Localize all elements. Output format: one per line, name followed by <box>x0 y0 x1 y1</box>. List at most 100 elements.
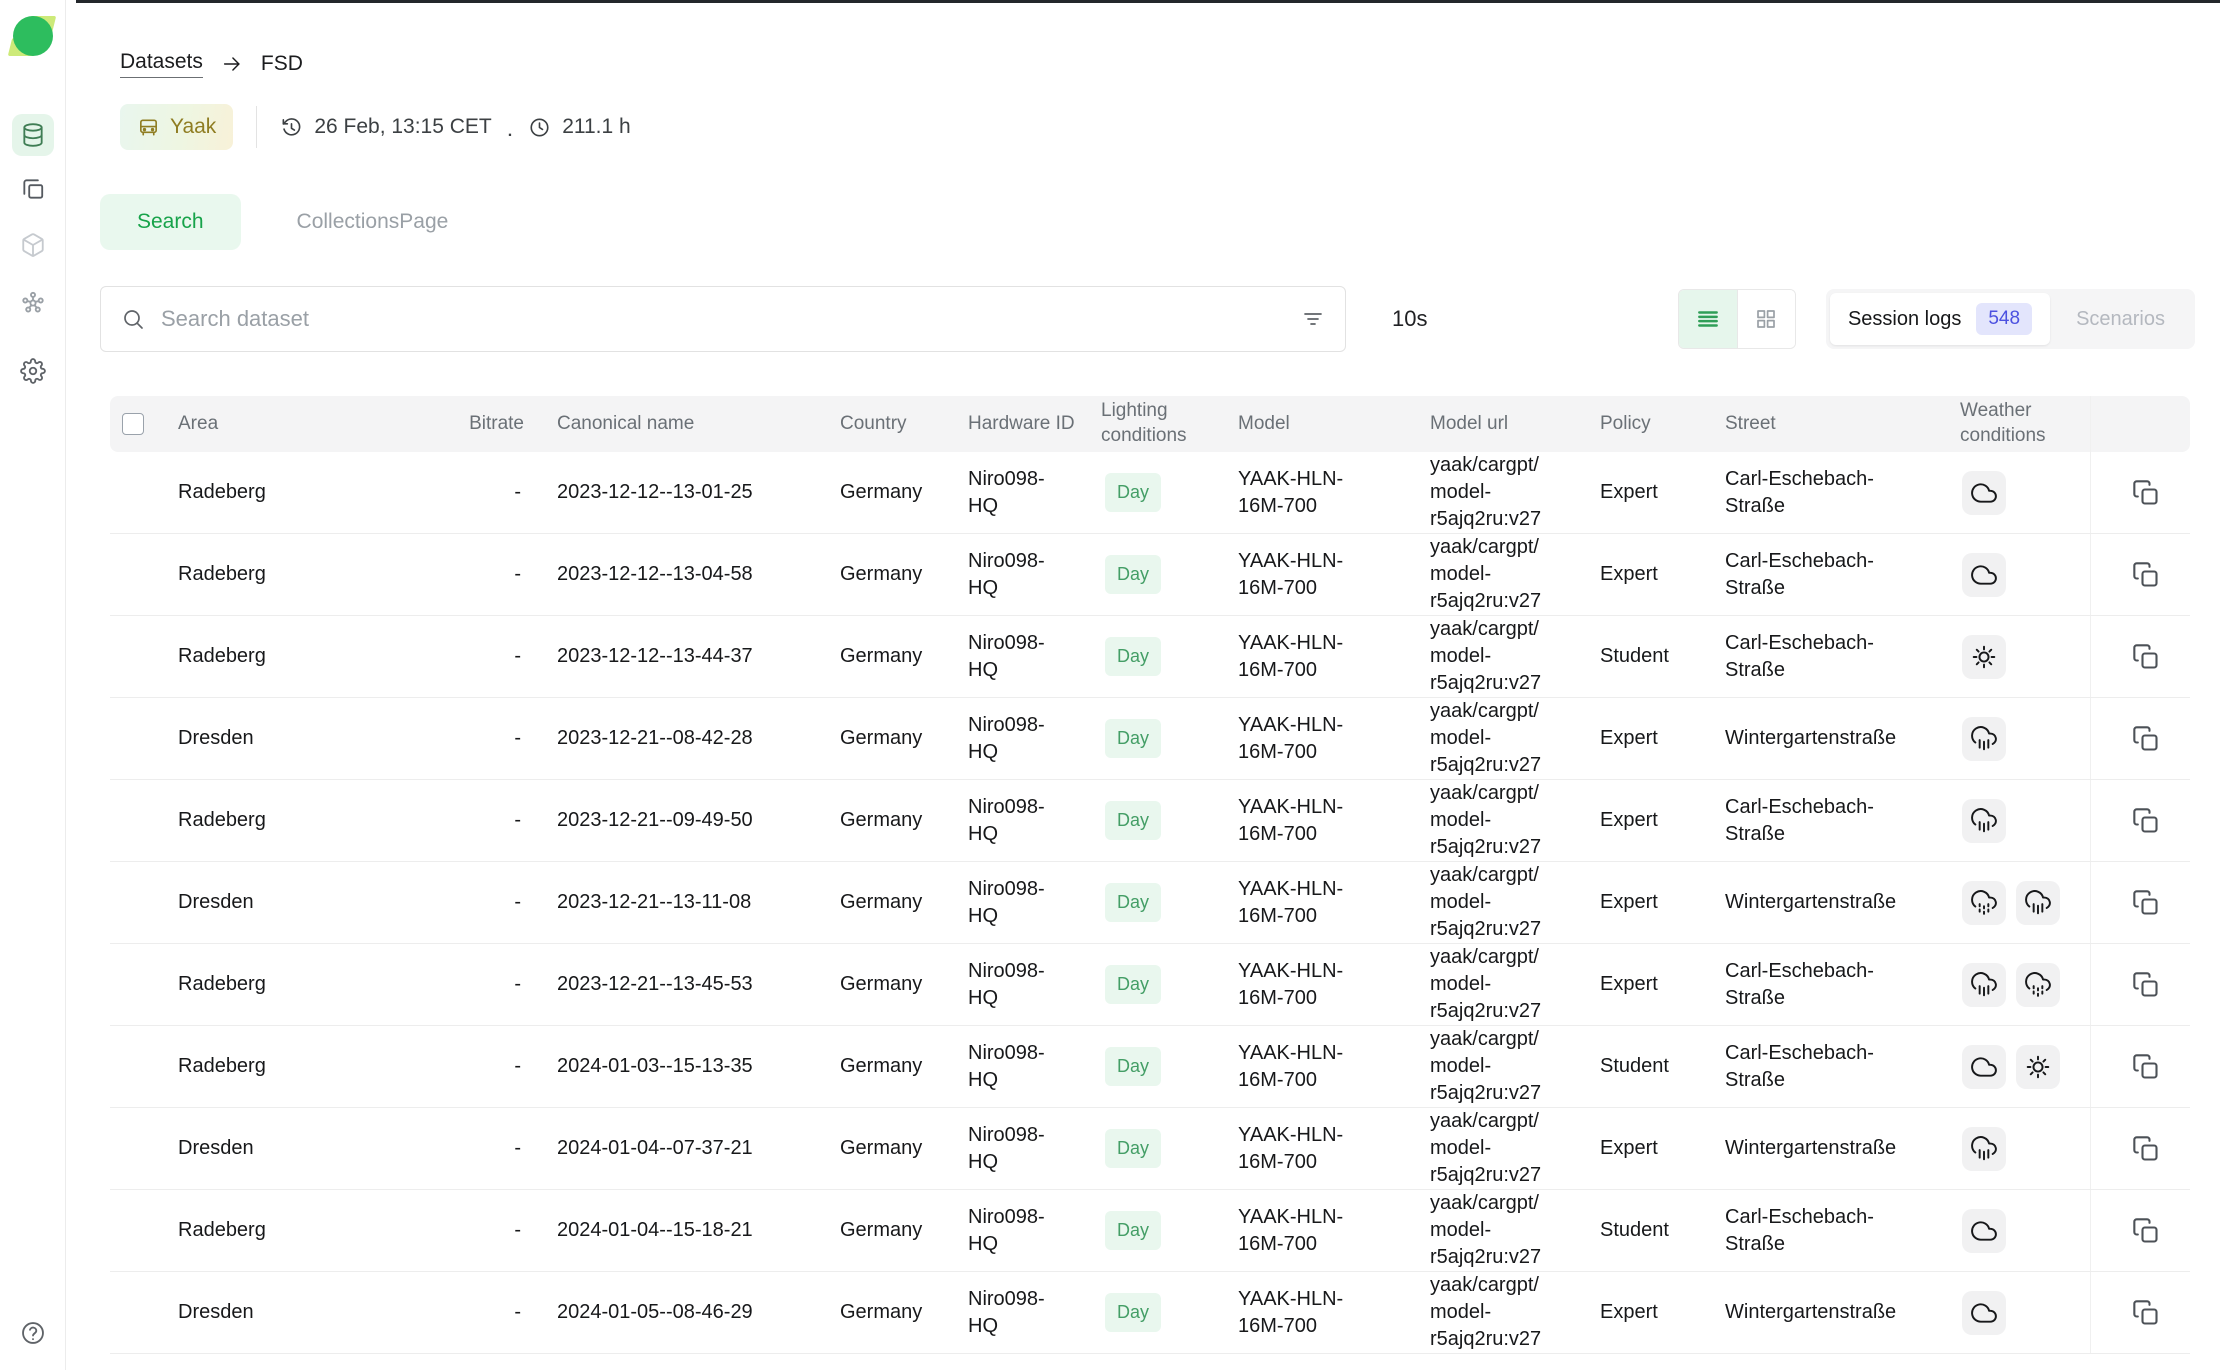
search-icon <box>121 307 145 331</box>
help-button[interactable] <box>12 1312 54 1354</box>
cloud-chip <box>1962 1291 2006 1335</box>
vehicle-badge[interactable]: Yaak <box>120 104 233 150</box>
table-row[interactable]: Dresden-2024-01-04--07-37-21GermanyNiro0… <box>110 1108 2190 1190</box>
cell-model-url: yaak/cargpt/model-r5ajq2ru:v27 <box>1420 616 1590 697</box>
breadcrumb-datasets-link[interactable]: Datasets <box>120 50 203 78</box>
cell-bitrate: - <box>450 561 535 588</box>
list-view-button[interactable] <box>1679 290 1737 348</box>
tab-search[interactable]: Search <box>100 194 241 250</box>
page-tabs: Search CollectionsPage <box>100 194 2220 250</box>
table-row[interactable]: Radeberg-2024-01-04--15-18-21GermanyNiro… <box>110 1190 2190 1272</box>
column-header-Street: Street <box>1715 412 1950 437</box>
cell-model-url: yaak/cargpt/model-r5ajq2ru:v27 <box>1420 534 1590 615</box>
column-header-Area: Area <box>168 412 450 437</box>
copy-button[interactable] <box>2132 807 2160 835</box>
cell-street: Wintergartenstraße <box>1715 889 1950 916</box>
history-clock-icon <box>280 116 303 139</box>
lighting-badge: Day <box>1105 555 1161 594</box>
clip-length-value: 10s <box>1392 306 1427 332</box>
cell-policy: Student <box>1590 1217 1715 1244</box>
cell-country: Germany <box>830 561 958 588</box>
cell-lighting-conditions: Day <box>1091 637 1228 676</box>
database-icon <box>20 122 46 148</box>
cell-hardware-id: Niro098-HQ <box>958 958 1091 1012</box>
cell-policy: Expert <box>1590 971 1715 998</box>
table-row[interactable]: Dresden-2023-12-21--13-11-08GermanyNiro0… <box>110 862 2190 944</box>
cell-weather-conditions <box>1950 963 2090 1007</box>
cell-bitrate: - <box>450 643 535 670</box>
copy-button[interactable] <box>2132 1135 2160 1163</box>
sidebar-item-pipelines[interactable] <box>12 282 54 324</box>
table-row[interactable]: Radeberg-2023-12-12--13-04-58GermanyNiro… <box>110 534 2190 616</box>
copy-button[interactable] <box>2132 889 2160 917</box>
cell-actions <box>2090 1108 2190 1189</box>
search-box <box>100 286 1346 352</box>
cell-canonical-name: 2023-12-21--13-45-53 <box>535 971 830 998</box>
table-row[interactable]: Radeberg-2023-12-12--13-44-37GermanyNiro… <box>110 616 2190 698</box>
filter-lines-icon[interactable] <box>1301 307 1325 331</box>
cell-model: YAAK-HLN-16M-700 <box>1228 958 1420 1012</box>
table-row[interactable]: Radeberg-2023-12-21--13-45-53GermanyNiro… <box>110 944 2190 1026</box>
sun-chip <box>2016 1045 2060 1089</box>
cell-policy: Student <box>1590 643 1715 670</box>
cell-weather-conditions <box>1950 1127 2090 1171</box>
copy-button[interactable] <box>2132 479 2160 507</box>
copy-button[interactable] <box>2132 1053 2160 1081</box>
scenarios-segment[interactable]: Scenarios <box>2050 298 2191 341</box>
copy-button[interactable] <box>2132 561 2160 589</box>
column-header-Bitrate: Bitrate <box>450 412 535 437</box>
grid-view-button[interactable] <box>1737 290 1795 348</box>
clock-icon <box>528 116 551 139</box>
breadcrumb-current: FSD <box>261 52 303 76</box>
cell-country: Germany <box>830 1053 958 1080</box>
sidebar-item-settings[interactable] <box>12 350 54 392</box>
vehicle-label: Yaak <box>170 115 216 139</box>
copy-button[interactable] <box>2132 971 2160 999</box>
cell-weather-conditions <box>1950 1291 2090 1335</box>
table-row[interactable]: Radeberg-2023-12-21--09-49-50GermanyNiro… <box>110 780 2190 862</box>
cell-model-url: yaak/cargpt/model-r5ajq2ru:v27 <box>1420 1272 1590 1353</box>
cell-canonical-name: 2023-12-21--09-49-50 <box>535 807 830 834</box>
cell-area: Dresden <box>168 1299 450 1326</box>
cell-model-url: yaak/cargpt/model-r5ajq2ru:v27 <box>1420 944 1590 1025</box>
tab-collections-page[interactable]: CollectionsPage <box>297 210 449 234</box>
cloud-rain-icon <box>1971 1136 1997 1162</box>
select-all-checkbox[interactable] <box>122 413 144 435</box>
recorded-at-text: 26 Feb, 13:15 CET <box>314 115 491 139</box>
cell-area: Radeberg <box>168 643 450 670</box>
sidebar-item-packages[interactable] <box>12 224 54 266</box>
table-row[interactable]: Dresden-2024-01-05--08-46-29GermanyNiro0… <box>110 1272 2190 1354</box>
folders-icon <box>20 176 46 202</box>
copy-button[interactable] <box>2132 1299 2160 1327</box>
copy-icon <box>2132 889 2160 917</box>
meta-separator: . <box>508 123 512 141</box>
search-input[interactable] <box>161 306 1285 332</box>
cloud-chip <box>1962 1045 2006 1089</box>
session-logs-segment[interactable]: Session logs 548 <box>1830 293 2050 345</box>
app-logo[interactable] <box>10 14 56 60</box>
table-row[interactable]: Radeberg-2023-12-12--13-01-25GermanyNiro… <box>110 452 2190 534</box>
toolbar: 10s Session logs 548 Scenarios <box>100 286 2195 352</box>
total-duration: 211.1 h <box>528 115 631 139</box>
cell-weather-conditions <box>1950 1209 2090 1253</box>
cell-model: YAAK-HLN-16M-700 <box>1228 794 1420 848</box>
cell-policy: Expert <box>1590 889 1715 916</box>
copy-button[interactable] <box>2132 643 2160 671</box>
cell-country: Germany <box>830 643 958 670</box>
copy-button[interactable] <box>2132 725 2160 753</box>
cell-actions <box>2090 452 2190 533</box>
copy-button[interactable] <box>2132 1217 2160 1245</box>
gear-icon <box>20 358 46 384</box>
copy-icon <box>2132 1217 2160 1245</box>
sidebar-item-datasets[interactable] <box>12 114 54 156</box>
cell-bitrate: - <box>450 971 535 998</box>
cell-model: YAAK-HLN-16M-700 <box>1228 1286 1420 1340</box>
sidebar-item-collections[interactable] <box>12 168 54 210</box>
cloud-rain-chip <box>1962 963 2006 1007</box>
cloud-drizzle-chip <box>2016 963 2060 1007</box>
cloud-drizzle-icon <box>1971 890 1997 916</box>
column-header-Model: Model <box>1228 412 1420 437</box>
table-row[interactable]: Dresden-2023-12-21--08-42-28GermanyNiro0… <box>110 698 2190 780</box>
cell-canonical-name: 2023-12-12--13-04-58 <box>535 561 830 588</box>
table-row[interactable]: Radeberg-2024-01-03--15-13-35GermanyNiro… <box>110 1026 2190 1108</box>
